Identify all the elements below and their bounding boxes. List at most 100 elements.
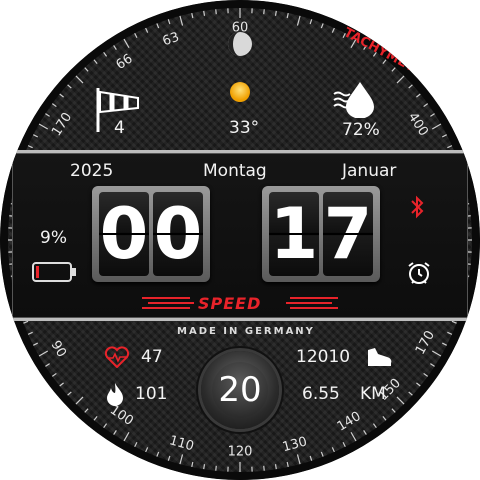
bezel-tick bbox=[23, 320, 29, 324]
battery-icon bbox=[32, 262, 76, 282]
bezel-tick bbox=[156, 23, 160, 29]
bezel-tick bbox=[342, 441, 346, 447]
alarm-clock-icon[interactable] bbox=[406, 260, 432, 286]
steps-value: 12010 bbox=[296, 347, 351, 367]
shoe-icon bbox=[368, 348, 392, 366]
minute-digit-ones: 7 bbox=[323, 192, 373, 276]
bezel-scale-label: 66 bbox=[114, 51, 136, 73]
bezel-tick bbox=[320, 451, 324, 457]
bezel-scale-label: 110 bbox=[168, 433, 196, 454]
month-label: Januar bbox=[342, 161, 397, 181]
bezel-tick bbox=[59, 93, 64, 98]
calories-value: 101 bbox=[135, 384, 168, 404]
bezel-tick bbox=[113, 430, 117, 435]
tachymetre-brand: TACHYMETRE bbox=[341, 25, 434, 84]
bluetooth-icon bbox=[411, 195, 424, 219]
bezel-scale-label: 140 bbox=[335, 409, 364, 435]
day-of-month-disc: 20 bbox=[201, 351, 279, 429]
hours-flip-display: 0 0 bbox=[92, 186, 210, 282]
bezel-tick bbox=[309, 455, 313, 461]
bezel-tick bbox=[75, 396, 84, 405]
bezel-tick bbox=[441, 342, 447, 346]
bezel-tick bbox=[179, 15, 184, 26]
bezel-tick bbox=[416, 382, 421, 387]
minutes-flip-display: 1 7 bbox=[262, 186, 380, 282]
bezel-tick bbox=[123, 38, 130, 49]
moon-phase-icon bbox=[228, 32, 252, 56]
bezel-tick bbox=[391, 408, 396, 413]
bezel-tick bbox=[441, 134, 447, 138]
bezel-tick bbox=[103, 51, 108, 57]
made-in-label: MADE IN GERMANY bbox=[177, 326, 315, 337]
distance-unit: KM bbox=[360, 384, 386, 404]
bezel-tick bbox=[51, 372, 57, 377]
sun-icon bbox=[230, 82, 250, 102]
bezel-scale-label: 130 bbox=[281, 434, 309, 455]
bezel-tick bbox=[33, 134, 39, 138]
bezel-tick bbox=[296, 454, 301, 465]
bezel-tick bbox=[203, 464, 206, 470]
bezel-tick bbox=[84, 408, 89, 413]
distance-value: 6.55 bbox=[302, 384, 340, 404]
bezel-tick bbox=[331, 447, 335, 453]
wind-value: 4 bbox=[114, 118, 125, 138]
bezel-tick bbox=[59, 382, 64, 387]
humidity-drop-icon bbox=[333, 82, 374, 118]
speed-logo-text: SPEED bbox=[198, 294, 262, 313]
bezel-tick bbox=[296, 15, 301, 26]
bezel-tick bbox=[38, 123, 49, 130]
bezel-tick bbox=[134, 441, 138, 447]
bezel-tick bbox=[286, 461, 289, 468]
heart-rate-icon bbox=[104, 346, 130, 368]
bezel-tick bbox=[263, 9, 265, 15]
bezel-tick bbox=[408, 84, 413, 89]
bezel-tick bbox=[51, 103, 57, 108]
bezel-tick bbox=[320, 23, 324, 29]
hour-digit-tens: 0 bbox=[99, 192, 149, 276]
bezel-tick bbox=[263, 465, 265, 471]
bezel-tick bbox=[45, 363, 50, 367]
minute-digit-tens: 1 bbox=[269, 192, 319, 276]
bezel-tick bbox=[179, 454, 184, 465]
bezel-tick bbox=[331, 27, 335, 33]
bezel-tick bbox=[286, 12, 289, 19]
bezel-tick bbox=[33, 342, 39, 346]
bezel-tick bbox=[350, 431, 357, 442]
bezel-tick bbox=[27, 331, 33, 335]
bezel-tick bbox=[113, 45, 117, 50]
battery-fill bbox=[36, 266, 39, 278]
bezel-tick bbox=[134, 33, 138, 39]
bezel-scale-label: 90 bbox=[48, 338, 69, 360]
bezel-tick bbox=[156, 451, 160, 457]
bezel-tick bbox=[67, 391, 72, 396]
heart-rate-value: 47 bbox=[141, 347, 163, 367]
bezel-tick bbox=[75, 75, 84, 84]
bezel-tick bbox=[67, 84, 72, 89]
bezel-tick bbox=[103, 423, 108, 429]
bezel-tick bbox=[431, 123, 442, 130]
bezel-scale-label: 170 bbox=[413, 328, 438, 357]
hour-digit-ones: 0 bbox=[153, 192, 203, 276]
bezel-tick bbox=[447, 331, 453, 335]
flame-icon bbox=[107, 383, 123, 406]
bezel-tick bbox=[396, 396, 405, 405]
bezel-scale-label: 63 bbox=[161, 30, 182, 50]
watch-face: 6063661707580859010011012013014015017020… bbox=[0, 0, 480, 480]
year-label: 2025 bbox=[70, 161, 114, 181]
bezel-tick bbox=[423, 372, 429, 377]
bezel-tick bbox=[408, 391, 413, 396]
bezel-tick bbox=[45, 113, 50, 117]
bezel-tick bbox=[191, 461, 194, 468]
bezel-tick bbox=[447, 145, 453, 149]
weekday-label: Montag bbox=[203, 161, 267, 181]
bezel-tick bbox=[309, 19, 313, 25]
bezel-tick bbox=[203, 10, 206, 16]
bezel-tick bbox=[93, 59, 98, 64]
bezel-tick bbox=[396, 75, 405, 84]
bezel-tick bbox=[191, 12, 194, 19]
bezel-tick bbox=[451, 320, 457, 324]
bezel-scale-label: 120 bbox=[228, 445, 253, 460]
bezel-tick bbox=[215, 9, 217, 15]
bezel-tick bbox=[391, 67, 396, 72]
bezel-tick bbox=[123, 431, 130, 442]
